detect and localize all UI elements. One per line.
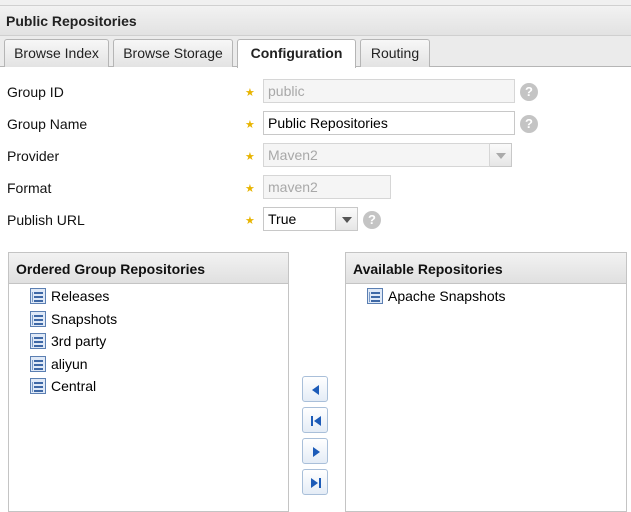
format-label: Format [7, 180, 52, 196]
help-icon[interactable]: ? [520, 83, 538, 101]
list-item[interactable]: Apache Snapshots [346, 286, 626, 309]
arrow-right-icon [313, 447, 320, 457]
required-star-icon: ★ [245, 183, 255, 195]
arrow-left-icon [312, 385, 319, 395]
available-repositories-header: Available Repositories [346, 253, 626, 284]
tab-browse-storage[interactable]: Browse Storage [113, 39, 233, 67]
help-icon[interactable]: ? [363, 211, 381, 229]
help-icon[interactable]: ? [520, 115, 538, 133]
group-id-label: Group ID [7, 84, 64, 100]
repository-icon [30, 355, 46, 372]
move-left-button[interactable] [302, 376, 328, 402]
panel-header: Public Repositories [0, 6, 631, 36]
move-all-right-button[interactable] [302, 469, 328, 495]
group-name-label: Group Name [7, 116, 88, 132]
arrow-first-icon [311, 416, 321, 426]
configuration-form: Group ID ★ ? Group Name ★ ? Provider ★ F… [0, 68, 631, 248]
list-item[interactable]: 3rd party [9, 331, 288, 354]
available-repositories-panel: Available Repositories Apache Snapshots [345, 252, 627, 512]
publish-url-select[interactable] [263, 207, 336, 231]
list-item-label: Releases [51, 288, 110, 304]
list-item[interactable]: Central [9, 376, 288, 399]
chevron-down-icon[interactable] [490, 143, 512, 167]
provider-label: Provider [7, 148, 60, 164]
list-item-label: 3rd party [51, 333, 107, 349]
available-repositories-list: Apache Snapshots [346, 284, 626, 309]
required-star-icon: ★ [245, 119, 255, 131]
chevron-down-icon[interactable] [336, 207, 358, 231]
list-item[interactable]: aliyun [9, 354, 288, 377]
group-name-field[interactable] [263, 111, 515, 135]
repository-icon [30, 333, 46, 349]
list-item-label: Central [51, 378, 97, 394]
tab-browse-index[interactable]: Browse Index [4, 39, 109, 67]
move-right-button[interactable] [302, 438, 328, 464]
tab-configuration[interactable]: Configuration [237, 39, 356, 68]
ordered-group-header: Ordered Group Repositories [9, 253, 288, 284]
group-id-field[interactable] [263, 79, 515, 103]
tab-routing[interactable]: Routing [360, 39, 430, 67]
repository-icon [367, 288, 383, 304]
list-item-label: Apache Snapshots [388, 288, 506, 304]
required-star-icon: ★ [245, 215, 255, 227]
list-item[interactable]: Snapshots [9, 309, 288, 332]
list-item-label: Snapshots [51, 310, 118, 327]
move-all-left-button[interactable] [302, 407, 328, 433]
required-star-icon: ★ [245, 87, 255, 99]
provider-select[interactable] [263, 143, 490, 167]
ordered-group-list: Releases Snapshots 3rd party aliyun Cent… [9, 284, 288, 399]
ordered-group-panel: Ordered Group Repositories Releases Snap… [8, 252, 289, 512]
repository-icon [30, 378, 46, 394]
list-item[interactable]: Releases [9, 286, 288, 309]
required-star-icon: ★ [245, 151, 255, 163]
repository-icon [30, 310, 46, 327]
arrow-last-icon [311, 478, 321, 488]
panel-title: Public Repositories [6, 13, 137, 29]
format-field[interactable] [263, 175, 391, 199]
list-item-label: aliyun [51, 355, 88, 372]
repository-icon [30, 288, 46, 304]
tab-bar: Browse Index Browse Storage Configuratio… [0, 36, 631, 68]
publish-url-label: Publish URL [7, 212, 85, 228]
